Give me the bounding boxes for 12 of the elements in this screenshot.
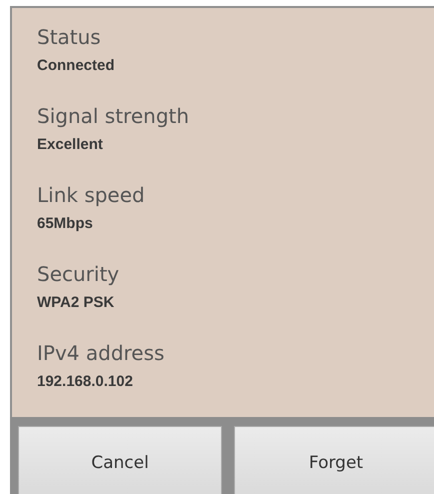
field-value: 65Mbps <box>37 214 94 234</box>
field-label: Status <box>37 24 102 51</box>
field-label: Link speed <box>37 182 146 209</box>
field-label: Signal strength <box>37 103 190 130</box>
field-label: IPv4 address <box>37 340 166 367</box>
field-value: WPA2 PSK <box>37 293 116 313</box>
dialog-button[interactable]: Forget <box>234 426 434 494</box>
field-label: Security <box>37 261 120 288</box>
field-value: Connected <box>37 56 116 76</box>
field-value: 192.168.0.102 <box>37 372 134 392</box>
dialog-button[interactable]: Cancel <box>18 426 222 494</box>
field-value: Excellent <box>37 135 104 155</box>
